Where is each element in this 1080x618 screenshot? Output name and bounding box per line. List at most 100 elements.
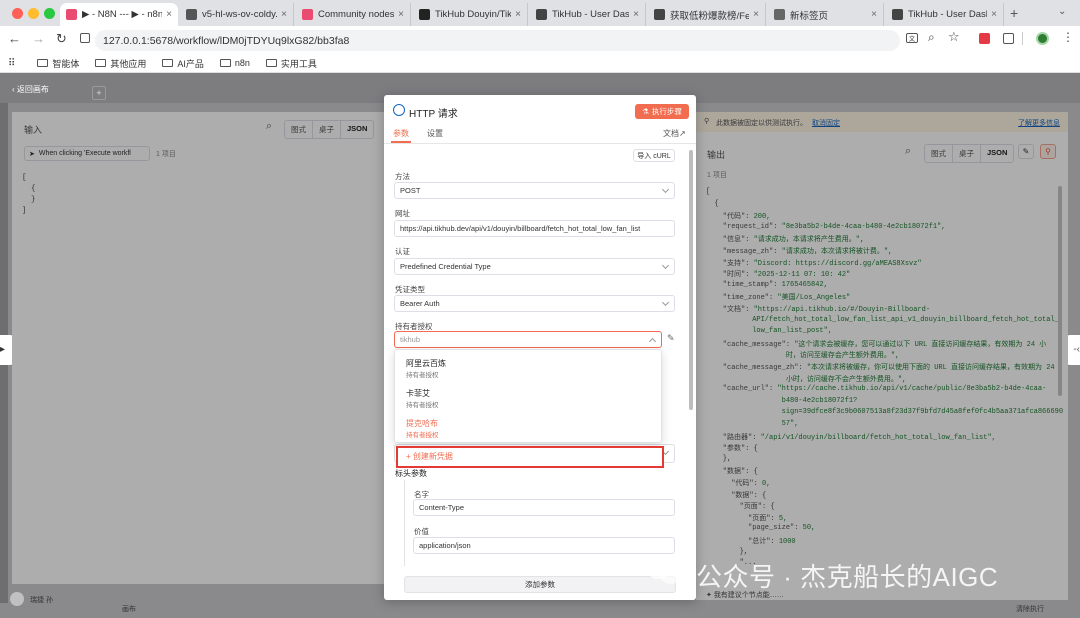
credential-type-value: Bearer Auth [400, 299, 440, 308]
canvas-bottom-label: 画布 [122, 606, 136, 613]
forward-arrow-icon[interactable]: → [32, 31, 45, 46]
tab-close-icon[interactable]: × [515, 9, 521, 20]
tab-title: 获取低粉爆款榜/Fetc [670, 10, 750, 22]
bookmark-folder-n8n[interactable]: n8n [219, 58, 250, 68]
tab-close-icon[interactable]: × [753, 9, 759, 20]
bookmark-folder-agents[interactable]: 智能体 [37, 57, 79, 70]
user-avatar[interactable] [10, 592, 24, 606]
headers-label: 标头参数 [395, 469, 427, 478]
method-label: 方法 [395, 172, 410, 181]
browser-tab[interactable]: 新标签页 × [768, 3, 884, 26]
header-name-input[interactable]: Content-Type [413, 499, 675, 516]
zoom-icon[interactable]: ⌕ [928, 30, 935, 45]
input-panel-dim-overlay [12, 112, 385, 584]
chevron-down-icon [661, 261, 670, 270]
tab-parameters[interactable]: 参数 [393, 128, 409, 139]
credential-option-type: 持有者授权 [406, 402, 439, 409]
profile-avatar[interactable] [1036, 32, 1049, 45]
folder-icon [265, 59, 277, 67]
browser-tab[interactable]: 获取低粉爆款榜/Fetc × [648, 3, 766, 26]
browser-tab[interactable]: ▶ - N8N --- ▶ - n8n × [60, 3, 178, 26]
credential-option-name: 卡菲艾 [406, 389, 430, 398]
credential-type-select[interactable]: Bearer Auth [394, 295, 675, 312]
chevron-up-icon [648, 337, 657, 346]
tab-favicon-icon [774, 9, 785, 20]
bookmark-folder-other-apps[interactable]: 其他应用 [95, 57, 146, 70]
tab-title: v5-hl-ws-ov-coldy.d [202, 9, 278, 20]
tab-favicon-icon [66, 9, 77, 20]
docs-link[interactable]: 文档↗ [663, 128, 686, 139]
headers-group-line [404, 480, 405, 566]
bookmark-folder-tools[interactable]: 实用工具 [265, 57, 317, 70]
watermark-text: 公众号 · 杰克船长的AIGC [696, 562, 999, 592]
tab-title: Community nodes [318, 9, 395, 20]
back-arrow-icon[interactable]: ← [8, 31, 21, 46]
wechat-logo [646, 556, 686, 586]
tab-close-icon[interactable]: × [871, 9, 877, 20]
url-label: 网址 [395, 209, 410, 218]
browser-tab[interactable]: TikHub Douyin/TikTo × [413, 3, 528, 26]
extensions-puzzle-icon[interactable] [1003, 33, 1014, 44]
method-value: POST [400, 186, 421, 195]
tab-close-icon[interactable]: × [991, 9, 997, 20]
tab-close-icon[interactable]: × [166, 9, 172, 20]
create-credential-label: + 创建新凭据 [406, 452, 453, 461]
tab-title: TikHub Douyin/TikTo [435, 9, 511, 20]
tab-close-icon[interactable]: × [633, 9, 639, 20]
back-to-canvas-label: 返回画布 [16, 85, 49, 94]
window-close-button[interactable] [12, 8, 23, 19]
new-tab-icon[interactable]: + [1010, 5, 1018, 21]
translate-icon[interactable]: 文 [906, 33, 918, 43]
window-zoom-button[interactable] [44, 8, 55, 19]
back-to-canvas-link[interactable]: ‹ 返回画布 [12, 84, 49, 95]
credential-option-type: 持有者授权 [406, 432, 439, 439]
edit-credential-icon[interactable]: ✎ [667, 333, 675, 344]
browser-tab[interactable]: Community nodes × [296, 3, 411, 26]
extension-icon[interactable] [979, 33, 990, 44]
chevron-down-icon [661, 185, 670, 194]
reload-icon[interactable]: ↻ [56, 31, 67, 47]
bearer-credential-search[interactable]: tikhub [394, 331, 662, 348]
execute-step-button[interactable]: ⚗ 执行步骤 [635, 104, 689, 119]
apps-grid-icon[interactable]: ⠿ [8, 58, 21, 69]
folder-icon [162, 59, 174, 67]
http-panel-scrollbar[interactable] [689, 150, 693, 410]
bookmark-label: AI产品 [177, 58, 204, 69]
import-curl-button[interactable]: 导入 cURL [633, 149, 675, 162]
credential-option-name: 提克哈布 [406, 419, 438, 428]
collapse-right-handle[interactable]: -‹ [1066, 335, 1080, 365]
external-link-icon: ↗ [679, 129, 686, 138]
credential-option[interactable]: 提克哈布 持有者授权 [396, 415, 660, 441]
authentication-select[interactable]: Predefined Credential Type [394, 258, 675, 275]
folder-icon [95, 59, 107, 67]
http-panel-title: HTTP 请求 [409, 109, 458, 120]
tab-close-icon[interactable]: × [281, 9, 287, 20]
site-info-icon[interactable] [80, 33, 90, 43]
browser-menu-icon[interactable]: ⋮ [1062, 30, 1074, 44]
tab-list-chevron-icon[interactable]: ⌄ [1058, 6, 1066, 17]
bookmark-star-icon[interactable]: ☆ [948, 29, 960, 45]
authentication-value: Predefined Credential Type [400, 262, 491, 271]
method-select[interactable]: POST [394, 182, 675, 199]
tab-title: TikHub - User Dash [552, 9, 630, 20]
output-panel-dim-overlay [696, 112, 1068, 600]
chevron-down-icon [661, 298, 670, 307]
address-bar[interactable]: 127.0.0.1:5678/workflow/lDM0jTDYUq9lxG82… [95, 30, 900, 51]
browser-tab[interactable]: v5-hl-ws-ov-coldy.d × [180, 3, 294, 26]
bookmark-label: n8n [234, 58, 250, 68]
add-parameter-button[interactable]: 添加参数 [404, 576, 676, 593]
url-input[interactable]: https://api.tikhub.dev/api/v1/douyin/bil… [394, 220, 675, 237]
browser-tab[interactable]: TikHub - User Dash × [886, 3, 1004, 26]
credential-option[interactable]: 卡菲艾 持有者授权 [396, 385, 660, 411]
header-value-input[interactable]: application/json [413, 537, 675, 554]
tab-close-icon[interactable]: × [398, 9, 404, 20]
window-minimize-button[interactable] [28, 8, 39, 19]
toolbar-divider [1022, 32, 1023, 45]
bookmark-label: 智能体 [52, 58, 80, 69]
tab-settings[interactable]: 设置 [427, 128, 443, 139]
bookmark-folder-ai-products[interactable]: AI产品 [162, 57, 204, 70]
clear-execution-link[interactable]: 清除执行 [1016, 604, 1044, 614]
credential-option[interactable]: 阿里云百炼 持有者授权 [396, 355, 660, 381]
browser-tab[interactable]: TikHub - User Dash × [530, 3, 646, 26]
canvas-add-icon[interactable]: + [92, 86, 106, 100]
